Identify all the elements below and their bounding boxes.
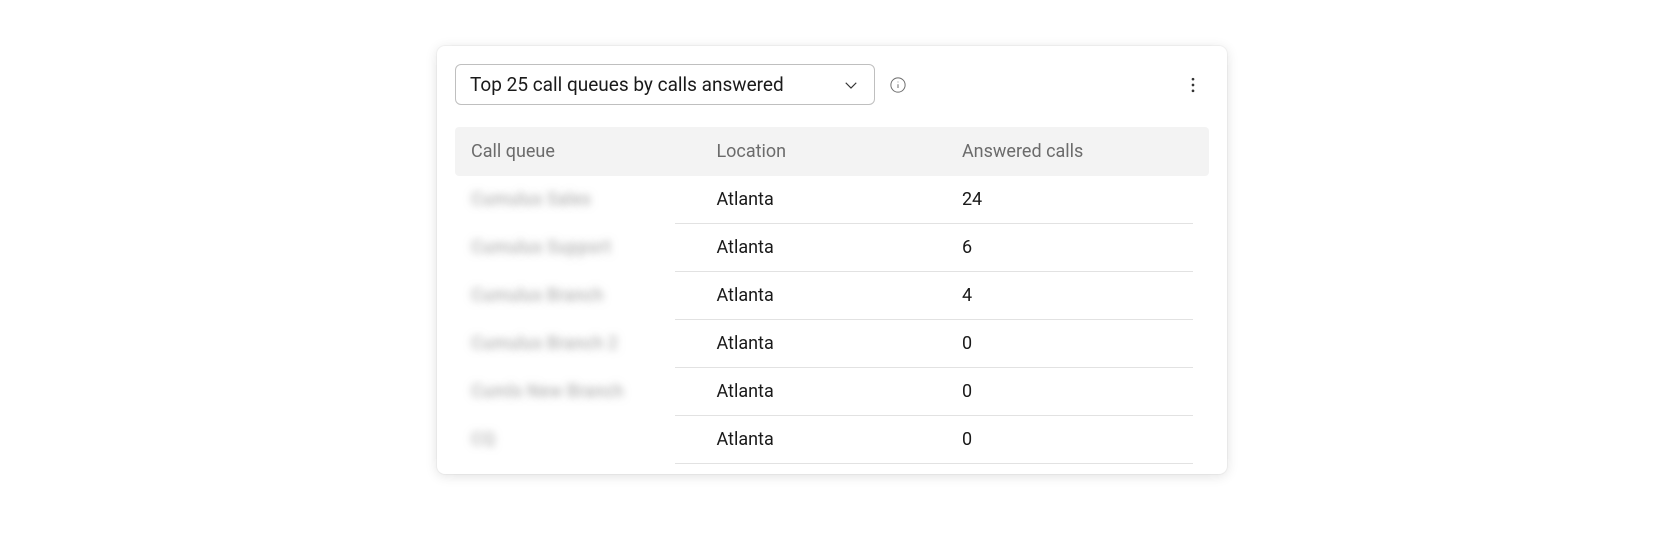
cell-answered: 24	[962, 189, 1193, 210]
cell-answered: 4	[962, 285, 1193, 306]
table-body: Cumulus Sales Atlanta 24 Cumulus Support…	[455, 176, 1209, 464]
cell-location: Atlanta	[716, 429, 961, 450]
table-row: Cumulus Support Atlanta 6	[455, 224, 1209, 271]
cell-answered: 0	[962, 381, 1193, 402]
table-header: Call queue Location Answered calls	[455, 127, 1209, 176]
column-header-answered: Answered calls	[962, 141, 1193, 162]
cell-answered: 0	[962, 429, 1193, 450]
more-vertical-icon[interactable]	[1183, 75, 1203, 95]
cell-location: Atlanta	[716, 237, 961, 258]
table-row: CQ Atlanta 0	[455, 416, 1209, 463]
cell-queue: Cumls New Branch	[471, 381, 716, 402]
cell-queue: Cumulus Branch	[471, 285, 716, 306]
cell-queue: CQ	[471, 429, 716, 450]
table-row: Cumulus Branch 2 Atlanta 0	[455, 320, 1209, 367]
cell-answered: 0	[962, 333, 1193, 354]
cell-location: Atlanta	[716, 285, 961, 306]
card-header: Top 25 call queues by calls answered	[455, 64, 1209, 105]
table-row: Cumulus Branch Atlanta 4	[455, 272, 1209, 319]
cell-answered: 6	[962, 237, 1193, 258]
column-header-queue: Call queue	[471, 141, 716, 162]
metric-dropdown[interactable]: Top 25 call queues by calls answered	[455, 64, 875, 105]
cell-queue: Cumulus Branch 2	[471, 333, 716, 354]
cell-location: Atlanta	[716, 333, 961, 354]
cell-queue: Cumulus Sales	[471, 189, 716, 210]
row-divider	[675, 463, 1193, 464]
table-row: Cumulus Sales Atlanta 24	[455, 176, 1209, 223]
cell-queue: Cumulus Support	[471, 237, 716, 258]
info-icon[interactable]	[889, 76, 907, 94]
column-header-location: Location	[716, 141, 961, 162]
dropdown-label: Top 25 call queues by calls answered	[470, 73, 784, 96]
header-left: Top 25 call queues by calls answered	[455, 64, 907, 105]
table-row: Cumls New Branch Atlanta 0	[455, 368, 1209, 415]
chevron-down-icon	[842, 76, 860, 94]
call-queues-card: Top 25 call queues by calls answered	[437, 46, 1227, 474]
cell-location: Atlanta	[716, 381, 961, 402]
cell-location: Atlanta	[716, 189, 961, 210]
call-queues-table: Call queue Location Answered calls Cumul…	[455, 127, 1209, 464]
